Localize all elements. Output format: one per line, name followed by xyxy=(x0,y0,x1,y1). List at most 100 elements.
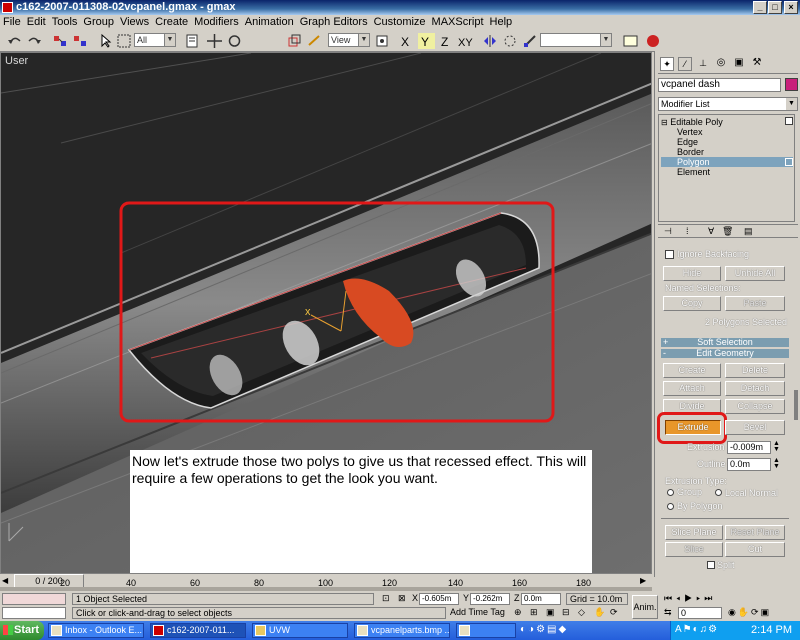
goto-end-icon[interactable]: ⏭ xyxy=(704,593,716,603)
paste-button[interactable]: Paste xyxy=(725,296,785,311)
object-name-field[interactable]: vcpanel dash xyxy=(658,78,781,92)
soft-selection-rollout[interactable]: + Soft Selection xyxy=(661,338,789,347)
display-tab-icon[interactable]: ▣ xyxy=(732,57,746,71)
stack-polygon-toggle-icon[interactable] xyxy=(785,158,793,166)
quick-launch-icons[interactable]: ◐◑⚙▤◆ xyxy=(520,624,568,635)
menu-file[interactable]: File xyxy=(0,15,24,30)
select-object-icon[interactable] xyxy=(98,33,115,49)
selection-filter-dropdown[interactable]: All ▼ xyxy=(134,33,176,47)
redo-icon[interactable] xyxy=(26,33,43,49)
hide-button[interactable]: Hide xyxy=(663,266,721,281)
zoom-extents-all-icon[interactable]: ⊟ xyxy=(562,607,576,619)
modify-tab-icon[interactable]: ⁄ xyxy=(678,57,692,71)
field-of-view-icon[interactable]: ◇ xyxy=(578,607,592,619)
rotate-icon[interactable] xyxy=(226,33,243,49)
outline-spinner[interactable]: 0.0m xyxy=(727,458,771,471)
hierarchy-tab-icon[interactable]: ⊥ xyxy=(696,57,710,71)
play-icon[interactable]: ▶ xyxy=(684,593,696,603)
arc-rotate-icon[interactable]: ⟳ xyxy=(610,607,624,619)
unhide-all-button[interactable]: Unhide All xyxy=(725,266,785,281)
detach-button[interactable]: Detach xyxy=(725,381,785,396)
pan-icon[interactable]: ✋ xyxy=(594,607,608,619)
extrude-button[interactable]: Extrude xyxy=(665,420,721,435)
stack-item-polygon[interactable]: Polygon xyxy=(677,157,710,167)
delete-button[interactable]: Delete xyxy=(725,363,785,378)
tray-icons[interactable]: A⚑◐♫⚙ xyxy=(675,624,718,635)
bevel-button[interactable]: Bevel xyxy=(725,420,785,435)
viewport-nav-icons[interactable]: ◉✋⟳▣ xyxy=(728,607,771,618)
attach-button[interactable]: Attach xyxy=(663,381,721,396)
goto-start-icon[interactable]: ⏮ xyxy=(664,593,676,603)
create-button[interactable]: Create xyxy=(663,363,721,378)
menu-help[interactable]: Help xyxy=(487,15,516,30)
copy-button[interactable]: Copy xyxy=(663,296,721,311)
perspective-viewport[interactable]: x User Now let's extrude those two polys… xyxy=(0,52,652,574)
restrict-y-icon[interactable]: Y xyxy=(418,33,435,49)
maxscript-output-mini[interactable] xyxy=(2,607,66,619)
modifier-list-dropdown[interactable]: Modifier List ▼ xyxy=(658,97,798,111)
select-and-link-icon[interactable] xyxy=(52,33,69,49)
slider-right-arrow-icon[interactable]: ▶ xyxy=(640,574,650,588)
task-extra[interactable] xyxy=(456,623,516,638)
group-radio[interactable] xyxy=(667,489,674,496)
collapse-button[interactable]: Collapse xyxy=(725,399,785,414)
restrict-xy-icon[interactable]: XY xyxy=(458,33,475,49)
ignore-backfacing-checkbox[interactable] xyxy=(665,250,674,259)
panel-scrollbar[interactable] xyxy=(794,390,798,420)
remove-modifier-icon[interactable]: 🗑 xyxy=(722,226,733,237)
move-icon[interactable] xyxy=(206,33,223,49)
configure-sets-icon[interactable]: ▤ xyxy=(744,226,753,237)
menu-maxscript[interactable]: MAXScript xyxy=(429,15,487,30)
x-coordinate-field[interactable]: -0.605m xyxy=(419,593,459,605)
extrusion-spinner[interactable]: -0.009m xyxy=(727,441,771,454)
object-color-swatch[interactable] xyxy=(785,78,798,91)
pin-stack-icon[interactable]: ⊣ xyxy=(664,226,672,237)
task-outlook[interactable]: Inbox - Outlook E... xyxy=(48,623,144,638)
slice-button[interactable]: Slice xyxy=(665,542,723,557)
reference-coord-dropdown[interactable]: View ▼ xyxy=(328,33,370,47)
stack-item-border[interactable]: Border xyxy=(677,147,704,157)
viewport-label[interactable]: User xyxy=(5,55,28,67)
create-tab-icon[interactable]: ✦ xyxy=(660,57,674,71)
zoom-all-icon[interactable]: ⊞ xyxy=(530,607,544,619)
prev-frame-icon[interactable]: ◂ xyxy=(676,593,684,603)
animate-button[interactable]: Anim. xyxy=(632,595,658,619)
array-icon[interactable] xyxy=(502,33,519,49)
mirror-icon[interactable] xyxy=(482,33,499,49)
maxscript-listener-mini[interactable] xyxy=(2,593,66,605)
region-select-icon[interactable] xyxy=(116,33,133,49)
align-icon[interactable] xyxy=(522,33,539,49)
task-uvw[interactable]: UVW xyxy=(252,623,348,638)
split-checkbox[interactable] xyxy=(707,561,715,569)
render-icon[interactable] xyxy=(645,33,659,49)
select-manipulate-icon[interactable] xyxy=(306,33,323,49)
playback-controls[interactable]: ⏮◂▶▸⏭ xyxy=(664,593,798,605)
restrict-z-icon[interactable]: Z xyxy=(438,33,455,49)
by-polygon-radio[interactable] xyxy=(667,503,674,510)
task-vcpanelparts[interactable]: vcpanelparts.bmp ... xyxy=(354,623,450,638)
minimize-button[interactable]: _ xyxy=(753,1,767,14)
task-gmax[interactable]: c162-2007-011... xyxy=(150,623,246,638)
lock-selection-icon[interactable]: ⊡ xyxy=(382,593,390,604)
menu-create[interactable]: Create xyxy=(152,15,191,30)
spinner-arrows-icon[interactable]: ▲ ▼ xyxy=(773,457,780,470)
zoom-icon[interactable]: ⊕ xyxy=(514,607,528,619)
start-button[interactable]: Start xyxy=(0,621,44,640)
stack-toggle-icon[interactable] xyxy=(785,117,793,125)
absolute-mode-icon[interactable]: ⊠ xyxy=(398,593,406,604)
slice-plane-button[interactable]: Slice Plane xyxy=(665,525,723,540)
stack-item-element[interactable]: Element xyxy=(677,167,710,177)
time-slider-thumb[interactable]: 0 / 200 xyxy=(14,574,84,588)
menu-views[interactable]: Views xyxy=(117,15,152,30)
scale-icon[interactable] xyxy=(286,33,303,49)
spinner-arrows-icon[interactable]: ▲ ▼ xyxy=(773,440,780,453)
make-unique-icon[interactable]: ∀ xyxy=(708,226,714,237)
named-selection-icon[interactable] xyxy=(622,33,639,49)
motion-tab-icon[interactable]: ◎ xyxy=(714,57,728,71)
local-normal-radio[interactable] xyxy=(715,489,722,496)
zoom-extents-icon[interactable]: ▣ xyxy=(546,607,560,619)
pivot-center-icon[interactable] xyxy=(374,33,391,49)
menu-customize[interactable]: Customize xyxy=(371,15,429,30)
close-button[interactable]: × xyxy=(784,1,798,14)
y-coordinate-field[interactable]: -0.262m xyxy=(470,593,510,605)
